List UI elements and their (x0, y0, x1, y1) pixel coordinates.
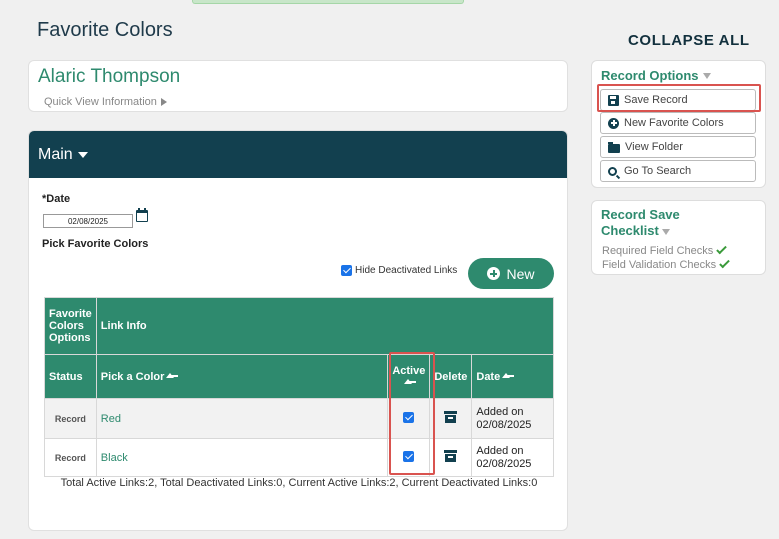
row-active-checkbox[interactable] (403, 411, 415, 423)
column-delete: Delete (429, 354, 473, 399)
chevron-right-icon (160, 98, 167, 106)
date-label: *Date (42, 193, 71, 205)
chevron-down-icon (661, 228, 670, 235)
column-status: Status (44, 354, 97, 399)
row-status: Record (44, 398, 97, 439)
row-color-link[interactable]: Black (95, 438, 389, 477)
new-link-button[interactable]: New (468, 258, 554, 289)
checklist-item-required: Required Field Checks (602, 243, 728, 257)
quick-view-label: Quick View Information (44, 96, 157, 108)
row-active-checkbox[interactable] (403, 450, 415, 462)
pick-colors-label: Pick Favorite Colors (42, 238, 149, 250)
folder-icon (608, 141, 620, 153)
row-date: Added on 02/08/2025 (471, 438, 554, 477)
checkmark-icon (719, 257, 730, 269)
go-to-search-button[interactable]: Go To Search (600, 160, 756, 182)
record-save-checklist: Record Save Checklist Required Field Che… (591, 200, 766, 275)
record-options-panel: Record Options Save Record New Favorite … (591, 60, 766, 188)
plus-circle-icon (487, 267, 501, 280)
chevron-down-icon (702, 72, 711, 79)
save-icon (608, 94, 619, 106)
row-color-link[interactable]: Red (95, 398, 389, 439)
hide-deactivated-checkbox[interactable] (341, 265, 352, 276)
hide-deactivated-toggle[interactable]: Hide Deactivated Links (341, 265, 457, 276)
column-active[interactable]: Active (387, 354, 431, 399)
table-row: Record Black Added on 02/08/2025 (44, 438, 554, 477)
date-input[interactable] (43, 214, 133, 228)
row-status: Record (44, 438, 97, 477)
checklist-title[interactable]: Record Save Checklist (601, 207, 721, 239)
save-record-button[interactable]: Save Record (600, 89, 756, 111)
calendar-icon[interactable] (136, 208, 148, 222)
row-date: Added on 02/08/2025 (471, 398, 554, 439)
notification-strip (192, 0, 464, 4)
new-link-label: New (506, 265, 535, 282)
view-folder-button[interactable]: View Folder (600, 136, 756, 158)
new-favorite-colors-button[interactable]: New Favorite Colors (600, 112, 756, 134)
checkmark-icon (716, 243, 728, 255)
record-options-title[interactable]: Record Options (601, 68, 711, 83)
quick-view-toggle[interactable]: Quick View Information (44, 96, 167, 108)
main-section-header[interactable]: Main (29, 131, 567, 178)
record-name: Alaric Thompson (38, 66, 181, 87)
column-pick-color[interactable]: Pick a Color (95, 354, 389, 399)
table-row: Record Red Added on 02/08/2025 (44, 398, 554, 439)
search-icon (608, 166, 617, 176)
hide-deactivated-label: Hide Deactivated Links (355, 265, 458, 276)
column-date[interactable]: Date (471, 354, 554, 399)
plus-circle-icon (608, 117, 619, 129)
links-totals: Total Active Links:2, Total Deactivated … (60, 477, 538, 489)
sort-icon[interactable] (166, 373, 179, 380)
group-header: Favorite Colors Options (44, 297, 97, 355)
page-title: Favorite Colors (37, 19, 173, 41)
chevron-down-icon (77, 151, 88, 158)
sort-icon[interactable] (403, 379, 416, 386)
sort-icon[interactable] (502, 373, 515, 380)
checklist-item-validation: Field Validation Checks (602, 257, 730, 271)
collapse-all-button[interactable]: COLLAPSE ALL (628, 32, 750, 49)
main-section: Main *Date Pick Favorite Colors Hide Dea… (28, 130, 568, 531)
link-info-header: Link Info (95, 297, 555, 355)
archive-icon[interactable] (444, 450, 458, 462)
main-section-title: Main (38, 145, 73, 163)
archive-icon[interactable] (444, 411, 458, 423)
record-name-card: Alaric Thompson Quick View Information (28, 60, 568, 112)
links-table: Favorite Colors Options Link Info Status… (44, 297, 555, 477)
